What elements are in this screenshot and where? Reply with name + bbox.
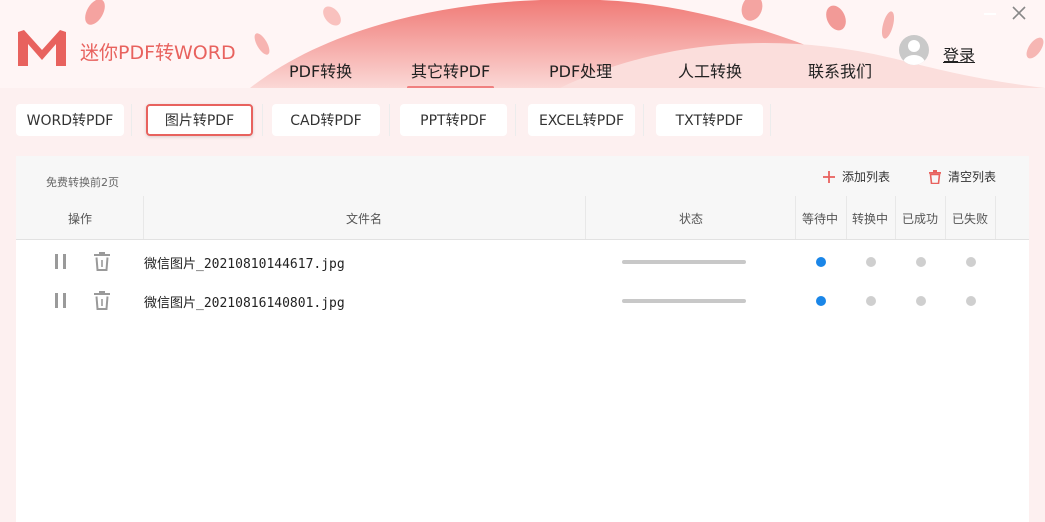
progress-bar [622, 260, 746, 264]
file-name: 微信图片_20210810144617.jpg [144, 257, 345, 272]
table-header: 操作 文件名 状态 等待中 转换中 已成功 已失败 [16, 196, 1029, 240]
app-header: 迷你PDF转WORD PDF转换 其它转PDF PDF处理 人工转换 联系我们 … [0, 0, 1045, 88]
subtab-ppt-to-pdf[interactable]: PPT转PDF [400, 104, 507, 136]
subtab-image-to-pdf[interactable]: 图片转PDF [146, 104, 253, 136]
column-status: 状态 [679, 212, 704, 226]
free-pages-note: 免费转换前2页 [46, 176, 119, 189]
nav-contact-us[interactable]: 联系我们 [808, 58, 872, 82]
subtab-divider [770, 104, 771, 136]
login-link[interactable]: 登录 [943, 42, 975, 66]
panel-toolbar: 免费转换前2页 添加列表 清空列表 [16, 156, 1029, 196]
column-succeeded: 已成功 [902, 212, 939, 226]
close-icon[interactable] [1010, 4, 1028, 22]
column-divider [585, 196, 586, 239]
column-divider [846, 196, 847, 239]
column-divider [895, 196, 896, 239]
subtab-cad-to-pdf[interactable]: CAD转PDF [272, 104, 380, 136]
progress-bar [622, 299, 746, 303]
trash-icon [929, 169, 941, 184]
delete-icon[interactable] [93, 291, 111, 310]
file-list-panel: 免费转换前2页 添加列表 清空列表 操作 文件名 状态 等待中 转换中 已成功 [16, 156, 1029, 522]
status-waiting-dot [816, 257, 826, 267]
column-divider [945, 196, 946, 239]
add-list-button[interactable]: 添加列表 [822, 168, 890, 185]
subtab-divider [389, 104, 390, 136]
column-divider [995, 196, 996, 239]
status-failed-dot [966, 296, 976, 306]
status-converting-dot [866, 257, 876, 267]
subtab-divider [131, 104, 132, 136]
clear-list-button[interactable]: 清空列表 [928, 168, 996, 185]
avatar-icon[interactable] [899, 35, 929, 65]
subtab-excel-to-pdf[interactable]: EXCEL转PDF [528, 104, 635, 136]
file-name: 微信图片_20210816140801.jpg [144, 296, 345, 311]
status-waiting-dot [816, 296, 826, 306]
add-list-label: 添加列表 [842, 170, 891, 184]
subtab-divider [515, 104, 516, 136]
column-divider [795, 196, 796, 239]
subtab-txt-to-pdf[interactable]: TXT转PDF [656, 104, 763, 136]
delete-icon[interactable] [93, 252, 111, 271]
subtab-divider [262, 104, 263, 136]
clear-list-label: 清空列表 [948, 170, 997, 184]
subtab-divider [643, 104, 644, 136]
column-operation: 操作 [68, 212, 93, 226]
nav-pdf-convert[interactable]: PDF转换 [289, 58, 352, 82]
app-logo [18, 30, 66, 66]
pause-icon[interactable] [54, 293, 68, 308]
column-failed: 已失败 [952, 212, 989, 226]
column-divider [143, 196, 144, 239]
plus-icon [823, 170, 835, 183]
status-converting-dot [866, 296, 876, 306]
pause-icon[interactable] [54, 254, 68, 269]
subtab-word-to-pdf[interactable]: WORD转PDF [16, 104, 124, 136]
table-row: 微信图片_20210816140801.jpg [16, 280, 1029, 320]
column-converting: 转换中 [852, 212, 889, 226]
column-waiting: 等待中 [802, 212, 839, 226]
minimize-icon[interactable] [981, 4, 999, 22]
app-title: 迷你PDF转WORD [80, 42, 236, 64]
column-filename: 文件名 [346, 212, 383, 226]
nav-manual-convert[interactable]: 人工转换 [678, 58, 742, 82]
status-failed-dot [966, 257, 976, 267]
status-succeeded-dot [916, 257, 926, 267]
nav-pdf-process[interactable]: PDF处理 [549, 58, 612, 82]
status-succeeded-dot [916, 296, 926, 306]
table-row: 微信图片_20210810144617.jpg [16, 241, 1029, 281]
nav-other-to-pdf[interactable]: 其它转PDF [406, 58, 495, 88]
